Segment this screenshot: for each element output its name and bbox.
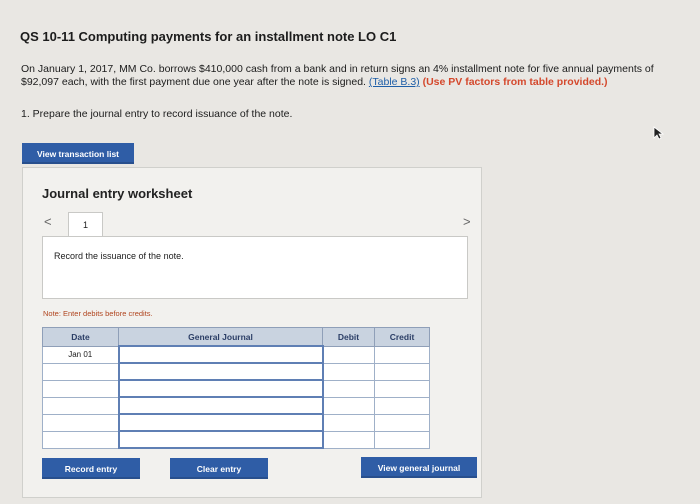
problem-statement: On January 1, 2017, MM Co. borrows $410,… [21,63,686,89]
view-general-journal-button[interactable]: View general journal [361,457,477,478]
table-row [42,379,430,398]
credit-input[interactable] [374,379,430,398]
date-cell[interactable] [42,430,119,449]
date-cell[interactable]: Jan 01 [42,345,119,364]
debit-input[interactable] [322,362,375,381]
account-input[interactable] [117,345,324,364]
date-cell[interactable] [42,362,119,381]
table-row [42,396,430,415]
tab-1[interactable]: 1 [68,212,103,237]
date-cell[interactable] [42,413,119,432]
table-row [42,362,430,381]
account-input[interactable] [117,396,324,415]
table-row [42,413,430,432]
transaction-description: Record the issuance of the note. [54,251,184,261]
journal-table: Date General Journal Debit Credit Jan 01 [42,327,430,449]
account-input[interactable] [117,430,324,449]
chevron-left-icon[interactable]: < [44,214,52,229]
account-input[interactable] [117,413,324,432]
debit-input[interactable] [322,430,375,449]
account-input[interactable] [117,379,324,398]
date-cell[interactable] [42,396,119,415]
debit-input[interactable] [322,396,375,415]
table-header-row: Date General Journal Debit Credit [42,327,430,347]
table-row: Jan 01 [42,345,430,364]
chevron-right-icon[interactable]: > [463,214,471,229]
credit-input[interactable] [374,413,430,432]
pv-factors-note: (Use PV factors from table provided.) [422,76,608,88]
step-instruction: 1. Prepare the journal entry to record i… [21,108,293,120]
general-journal-column-header: General Journal [118,327,323,347]
worksheet-title: Journal entry worksheet [42,186,193,201]
credit-input[interactable] [374,345,430,364]
table-b3-link[interactable]: (Table B.3) [369,76,420,88]
transaction-description-box: Record the issuance of the note. [42,236,468,299]
question-title: QS 10-11 Computing payments for an insta… [20,29,397,44]
account-input[interactable] [117,362,324,381]
debit-input[interactable] [322,345,375,364]
debit-column-header: Debit [322,327,375,347]
credit-input[interactable] [374,396,430,415]
debit-input[interactable] [322,379,375,398]
credit-input[interactable] [374,362,430,381]
date-cell[interactable] [42,379,119,398]
date-column-header: Date [42,327,119,347]
debits-credits-note: Note: Enter debits before credits. [43,309,153,318]
record-entry-button[interactable]: Record entry [42,458,140,479]
journal-entry-worksheet: Journal entry worksheet < 1 > Record the… [22,167,482,498]
view-transaction-list-button[interactable]: View transaction list [22,143,134,164]
credit-column-header: Credit [374,327,430,347]
debit-input[interactable] [322,413,375,432]
credit-input[interactable] [374,430,430,449]
table-row [42,430,430,449]
clear-entry-button[interactable]: Clear entry [170,458,268,479]
mouse-cursor-icon [653,126,665,140]
